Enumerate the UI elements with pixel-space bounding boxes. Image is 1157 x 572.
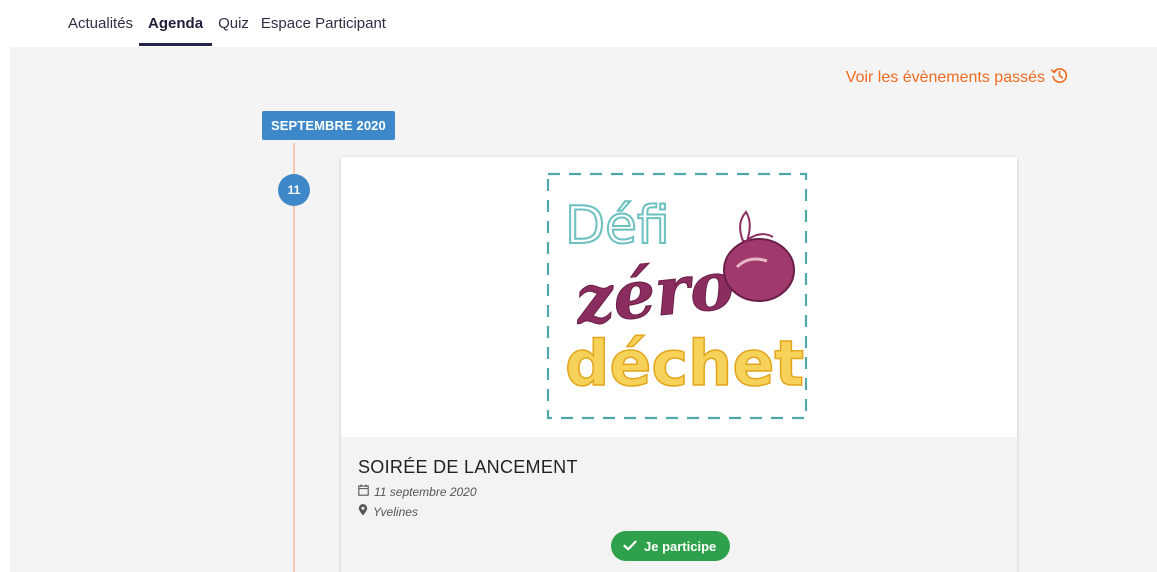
- event-location-row: Yvelines: [358, 504, 418, 519]
- event-location: Yvelines: [373, 504, 418, 519]
- event-date-row: 11 septembre 2020: [358, 484, 477, 499]
- event-title: SOIRÉE DE LANCEMENT: [358, 457, 578, 477]
- history-icon: [1050, 66, 1069, 90]
- past-events-link[interactable]: Voir les évènements passés: [846, 66, 1069, 90]
- participate-button[interactable]: Je participe: [611, 531, 731, 561]
- event-date: 11 septembre 2020: [374, 484, 477, 499]
- event-image: Défi zéro déchet: [341, 157, 1017, 437]
- agenda-panel: Voir les évènements passés SEPTEMBRE 202…: [10, 47, 1157, 572]
- month-badge: SEPTEMBRE 2020: [262, 111, 395, 140]
- day-marker: 11: [278, 174, 310, 206]
- past-events-label: Voir les évènements passés: [845, 69, 1045, 86]
- tab-actualites[interactable]: Actualités: [62, 0, 139, 46]
- main-tabs: Actualités Agenda Quiz Espace Participan…: [62, 0, 392, 46]
- tab-agenda[interactable]: Agenda: [139, 0, 213, 46]
- participate-label: Je participe: [644, 538, 717, 554]
- tab-espace-participant[interactable]: Espace Participant: [255, 0, 392, 46]
- logo-line-defi: Défi: [565, 196, 670, 256]
- apple-icon: [723, 210, 795, 302]
- map-pin-icon: [358, 504, 368, 519]
- logo-line-zero: zéro: [571, 245, 738, 339]
- timeline-line: [293, 143, 295, 572]
- check-icon: [623, 539, 637, 554]
- logo-line-dechet: déchet: [565, 327, 804, 400]
- tab-quiz[interactable]: Quiz: [212, 0, 255, 46]
- event-card[interactable]: Défi zéro déchet SOIRÉE DE LANCEMENT 11 …: [341, 157, 1017, 572]
- calendar-icon: [358, 484, 369, 499]
- defi-zero-dechet-logo: Défi zéro déchet: [546, 172, 808, 420]
